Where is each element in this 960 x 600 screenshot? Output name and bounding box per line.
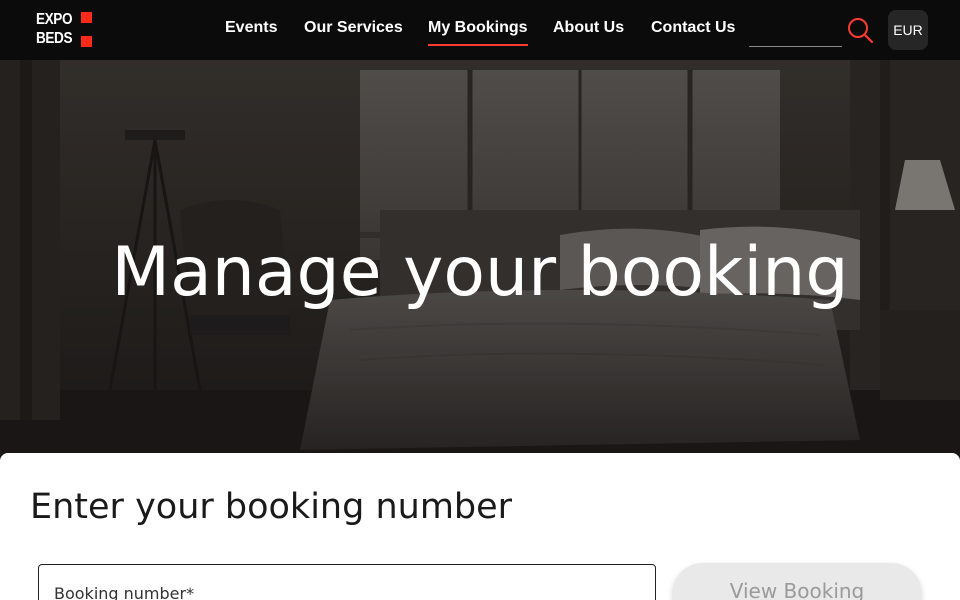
search-icon[interactable] bbox=[846, 16, 874, 44]
logo-text-top: EXPO bbox=[36, 11, 73, 28]
hero-title: Manage your booking bbox=[111, 233, 849, 312]
nav-our-services[interactable]: Our Services bbox=[304, 19, 403, 37]
logo-text-bottom: BEDS bbox=[36, 30, 73, 47]
expobeds-logo[interactable]: EXPO BEDS bbox=[36, 12, 96, 50]
logo-square-top bbox=[81, 12, 92, 23]
site-header: EXPO BEDS Events Our Services My Booking… bbox=[0, 0, 960, 60]
nav-contact-us[interactable]: Contact Us bbox=[651, 19, 735, 37]
search-input[interactable] bbox=[749, 20, 842, 47]
nav-my-bookings[interactable]: My Bookings bbox=[428, 19, 528, 46]
nav-events[interactable]: Events bbox=[225, 19, 277, 37]
booking-heading: Enter your booking number bbox=[30, 487, 513, 527]
currency-selector[interactable]: EUR bbox=[888, 10, 928, 50]
logo-square-bottom bbox=[81, 36, 92, 47]
booking-lookup-card: Enter your booking number Booking number… bbox=[0, 453, 960, 600]
booking-number-label: Booking number* bbox=[54, 584, 195, 600]
hero-banner: Manage your booking bbox=[0, 60, 960, 460]
view-booking-button[interactable]: View Booking bbox=[672, 563, 922, 600]
booking-number-input[interactable]: Booking number* bbox=[38, 564, 656, 600]
nav-about-us[interactable]: About Us bbox=[553, 19, 624, 37]
